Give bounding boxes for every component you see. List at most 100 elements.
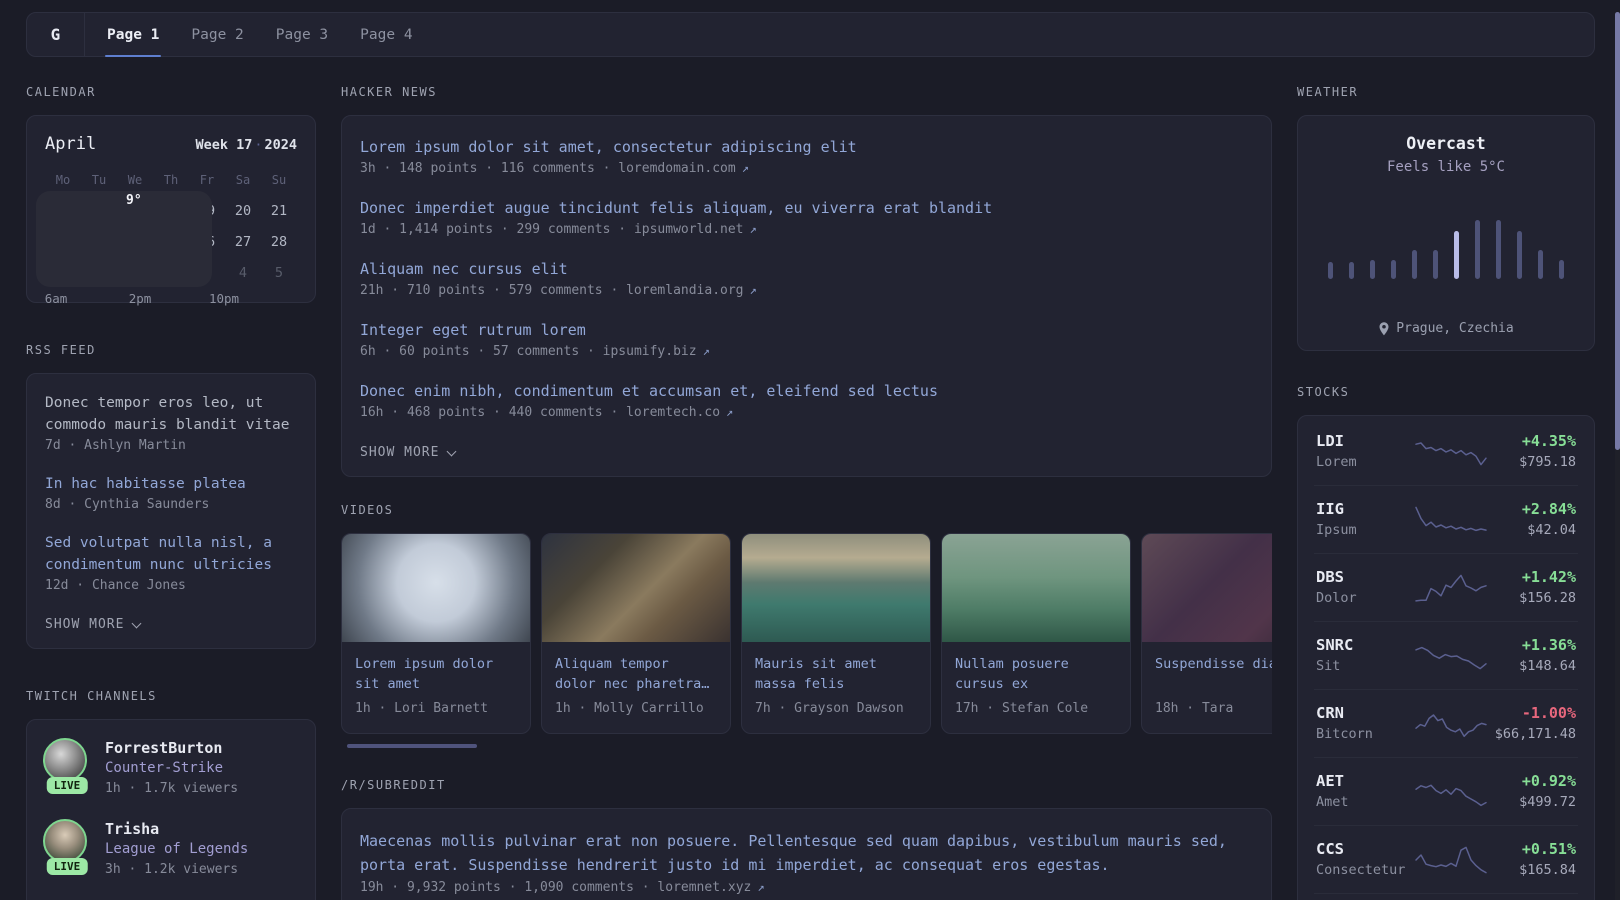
external-link-icon: ↗ — [749, 222, 757, 236]
rss-item-title[interactable]: In hac habitasse platea — [45, 473, 297, 495]
weather-widget: WEATHER Overcast Feels like 5°C 9° 6am 2p… — [36, 85, 1595, 351]
news-item-domain-link[interactable]: loremdomain.com ↗ — [618, 161, 749, 176]
video-card[interactable]: Suspendisse diam 18h · Tara — [1141, 533, 1272, 734]
twitch-widget: TWITCH CHANNELS LIVE ForrestBurton Count… — [26, 689, 316, 900]
rss-item-title[interactable]: Sed volutpat nulla nisl, a condimentum n… — [45, 532, 297, 576]
reddit-post-meta: 19h · 9,932 points · 1,090 comments · lo… — [360, 877, 1253, 898]
video-card[interactable]: Nullam posuere cursus ex 17h · Stefan Co… — [941, 533, 1131, 734]
stocks-section-label: STOCKS — [1297, 385, 1350, 399]
stock-name: Ipsum — [1316, 522, 1357, 538]
news-item-title[interactable]: Integer eget rutrum lorem — [360, 319, 586, 341]
stock-symbol: LDI — [1316, 432, 1344, 450]
news-item-domain-link[interactable]: loremtech.co ↗ — [626, 405, 733, 420]
news-item-title[interactable]: Donec enim nibh, condimentum et accumsan… — [360, 380, 938, 402]
meta-text: 1d · 1,414 points · 299 comments · — [360, 222, 627, 237]
video-card[interactable]: Lorem ipsum dolor sit amet consectetu… 1… — [341, 533, 531, 734]
stock-symbol: IIG — [1316, 500, 1344, 518]
videos-scrollbar[interactable] — [341, 744, 1272, 748]
chevron-down-icon — [132, 618, 142, 628]
video-card[interactable]: Aliquam tempor dolor nec pharetra… 1h · … — [541, 533, 731, 734]
video-thumbnail — [742, 534, 930, 642]
news-item: Donec enim nibh, condimentum et accumsan… — [360, 380, 1253, 423]
calendar-day: 4 — [238, 265, 248, 281]
meta-text: 6h · 60 points · 57 comments · — [360, 344, 595, 359]
middle-column: HACKER NEWS Lorem ipsum dolor sit amet, … — [341, 85, 1272, 900]
tab-page-3[interactable]: Page 3 — [260, 13, 344, 56]
dashboard-grid: CALENDAR April Week 17 · 2024 Mo Tu We Th … — [0, 85, 1620, 900]
page-tabs: Page 1 Page 2 Page 3 Page 4 — [91, 13, 429, 57]
stock-id: CCS Consectetur — [1316, 839, 1412, 880]
news-item-domain-link[interactable]: ipsumworld.net ↗ — [634, 222, 757, 237]
tab-page-4[interactable]: Page 4 — [344, 13, 428, 56]
rss-item-title[interactable]: Donec tempor eros leo, ut commodo mauris… — [45, 392, 297, 436]
stock-change-percent: +2.84% — [1521, 500, 1576, 518]
tab-page-2[interactable]: Page 2 — [175, 13, 259, 56]
weekday-label: Su — [271, 173, 287, 187]
news-item-title[interactable]: Donec imperdiet augue tincidunt felis al… — [360, 197, 992, 219]
stock-row[interactable]: IIG Ipsum +2.84% $42.04 — [1314, 485, 1578, 553]
stock-id: LDI Lorem — [1316, 431, 1412, 472]
weather-feels-like: Feels like 5°C — [1386, 159, 1505, 175]
domain-text: ipsumworld.net — [633, 222, 744, 237]
hackernews-show-more-button[interactable]: SHOW MORE — [360, 445, 457, 460]
rss-show-more-button[interactable]: SHOW MORE — [45, 617, 142, 632]
tab-page-1[interactable]: Page 1 — [91, 13, 175, 57]
subreddit-card: Maecenas mollis pulvinar erat non posuer… — [341, 808, 1272, 900]
twitch-channel-row[interactable]: LIVE ForrestBurton Counter-Strike 1h · 1… — [43, 738, 299, 799]
top-navigation-bar: G Page 1 Page 2 Page 3 Page 4 — [26, 12, 1595, 57]
weekday-label: Th — [163, 173, 179, 187]
stock-sparkline — [1415, 784, 1487, 806]
rss-item: Sed volutpat nulla nisl, a condimentum n… — [45, 532, 297, 596]
news-item-meta: 3h · 148 points · 116 comments · loremdo… — [360, 158, 1253, 179]
domain-text: loremdomain.com — [618, 161, 736, 176]
stock-values: +1.42% $156.28 — [1490, 567, 1576, 608]
reddit-post-domain-link[interactable]: loremnet.xyz ↗ — [657, 880, 764, 895]
video-card[interactable]: Mauris sit amet massa felis 7h · Grayson… — [741, 533, 931, 734]
page-scrollbar-thumb[interactable] — [1615, 12, 1620, 450]
news-item-domain-link[interactable]: loremlandia.org ↗ — [626, 283, 757, 298]
news-item: Donec imperdiet augue tincidunt felis al… — [360, 197, 1253, 240]
domain-text: loremtech.co — [626, 405, 721, 420]
external-link-icon: ↗ — [741, 161, 749, 175]
stock-row[interactable]: LDI Lorem +4.35% $795.18 — [1314, 418, 1578, 485]
stock-row[interactable]: AET Amet +0.92% $499.72 — [1314, 757, 1578, 825]
videos-scrollbar-thumb[interactable] — [347, 744, 477, 748]
stock-row[interactable]: CCS Consectetur +0.51% $165.84 — [1314, 825, 1578, 893]
twitch-channel-row[interactable]: LIVE Trisha League of Legends 3h · 1.2k … — [43, 819, 299, 880]
news-item: Lorem ipsum dolor sit amet, consectetur … — [360, 136, 1253, 179]
videos-widget: VIDEOS Lorem ipsum dolor sit amet consec… — [341, 503, 1272, 748]
twitch-card: LIVE ForrestBurton Counter-Strike 1h · 1… — [26, 719, 316, 900]
stock-row[interactable]: DBS Dolor +1.42% $156.28 — [1314, 553, 1578, 621]
video-meta: 17h · Stefan Cole — [955, 701, 1089, 716]
news-item-domain-link[interactable]: ipsumify.biz ↗ — [603, 344, 710, 359]
separator-dot: · — [254, 137, 263, 153]
right-column: WEATHER Overcast Feels like 5°C 9° 6am 2p… — [36, 85, 1595, 900]
tab-label: Page 3 — [275, 26, 329, 43]
stock-change-percent: -1.00% — [1521, 704, 1576, 722]
weather-bar — [1454, 231, 1459, 279]
news-item-title[interactable]: Lorem ipsum dolor sit amet, consectetur … — [360, 136, 857, 158]
rss-item-meta: 12d · Chance Jones — [45, 578, 186, 593]
rss-item-meta: 7d · Ashlyn Martin — [45, 438, 186, 453]
video-thumbnail — [542, 534, 730, 642]
news-item-title[interactable]: Aliquam nec cursus elit — [360, 258, 568, 280]
app-logo[interactable]: G — [27, 13, 85, 56]
video-thumbnail — [1142, 534, 1272, 642]
calendar-section-label: CALENDAR — [26, 85, 96, 99]
avatar — [43, 819, 87, 863]
video-thumbnail — [942, 534, 1130, 642]
weather-bar — [1370, 259, 1375, 279]
weather-location-text: Prague, Czechia — [1396, 321, 1514, 336]
stock-row[interactable]: CRN Bitcorn -1.00% $66,171.48 — [1314, 689, 1578, 757]
stock-values: +2.84% $42.04 — [1490, 499, 1576, 540]
weather-bar — [1433, 250, 1438, 279]
reddit-post-title[interactable]: Maecenas mollis pulvinar erat non posuer… — [360, 829, 1253, 877]
calendar-day: 5 — [274, 265, 284, 281]
page-scrollbar[interactable] — [1615, 12, 1620, 900]
calendar-day: 20 — [234, 203, 252, 219]
weather-bar — [1391, 259, 1396, 279]
tab-label: Page 4 — [360, 26, 413, 43]
stock-row[interactable]: SNRC Sit +1.36% $148.64 — [1314, 621, 1578, 689]
tab-label: Page 1 — [107, 26, 160, 43]
stock-row[interactable]: AHS +0.46% — [1314, 893, 1578, 900]
